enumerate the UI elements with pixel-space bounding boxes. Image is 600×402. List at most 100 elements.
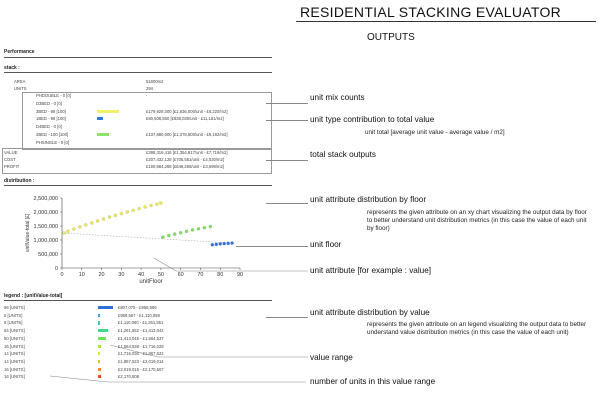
chart-point [125,210,129,214]
callout-unit-mix: unit mix counts [310,93,365,102]
callout-attr-floor: unit attribute distribution by floor [310,195,427,204]
chart-point [95,219,100,223]
chart-point [218,242,222,246]
chart-x-tick-label: 20 [98,272,104,278]
chart-x-axis-label: unitFloor [139,279,162,285]
total-value: £190,884,288 [£649,266/unit - £3,699/m2] [146,164,224,169]
callout-unit-type: unit type contribution to total value [310,115,435,124]
legend-count: 14 [UNITS] [4,358,25,364]
leader-unit-floor [236,246,308,247]
leader-unit-mix [266,103,308,104]
unit-mix-label: PHSINGLE - 0 [0] [36,139,70,145]
chart-point [155,202,159,206]
chart-point [143,205,147,209]
chart-point [66,229,70,234]
leader-total-stack [266,160,308,161]
callout-attr-value: unit attribute distribution by value [310,308,430,317]
chart-x-tick-label: 0 [60,272,63,278]
units-value: 294 [146,86,153,91]
legend-swatch [98,306,114,310]
total-label: COST [4,157,16,162]
chart-point [101,217,106,221]
chart-y-tick-label: 1,500,000 [34,224,58,230]
legend-range: £1,261,552 - £1,413,044 [118,328,164,334]
legend-range: £2,019,015 - £2,170,507 [118,366,164,372]
units-label: UNITS [14,86,27,91]
chart-y-axis-label: unitValue-total [£] [25,213,31,252]
chart-point [119,211,124,216]
panel-rule [4,57,272,58]
unit-mix-label: 2BED - 100 [100] [36,132,69,137]
chart-point [210,243,215,247]
chart-point [159,201,163,205]
chart-point [167,233,171,238]
note-attr-floor: represents the given attribute on an xy … [367,209,587,233]
unit-mix-bar [97,117,103,121]
chart-point [149,203,153,208]
chart-point [196,227,201,231]
chart-point [190,228,195,232]
chart-x-tick-label: 10 [79,272,85,278]
legend-swatch [98,352,101,356]
legend-rule [4,300,272,301]
unit-mix-label: 3BED - 98 [100] [36,108,66,114]
title-rule [296,21,596,22]
legend-count: 16 [UNITS] [4,366,25,372]
chart-y-tick-label: 1,000,000 [34,238,58,244]
note-unit-total: unit total [average unit value - average… [365,129,505,136]
chart-point [84,223,88,227]
chart-point [107,215,112,219]
chart-y-tick-label: 0 [55,266,58,272]
stack-heading: stack : [4,65,20,71]
chart-point [62,231,66,235]
totals-box [2,148,272,174]
leader-value-range [109,344,308,358]
chart-point [184,229,189,234]
leader-num-units [49,375,306,383]
chart-point [78,225,82,229]
unit-mix-label: 1BED - 98 [100] [36,116,66,122]
unit-mix-bar [97,133,110,136]
legend-count: 64 [UNITS] [4,328,25,334]
chart-x-tick-label: 40 [138,272,144,278]
distribution-heading: distribution : [4,178,35,184]
callout-value-range: value range [310,353,353,362]
leader-attr-value [266,317,308,318]
chart-point [72,227,76,231]
chart-x-tick-label: 30 [118,272,124,278]
chart-point [214,242,218,247]
chart-y-tick-label: 2,000,000 [34,210,58,216]
chart-point [178,231,183,235]
total-label: VALUE [4,150,18,155]
unit-mix-value: £80,508,560 [£838,030/unit - £11,181/m2] [146,116,224,122]
page-subtitle: OUTPUTS [367,32,415,43]
page-title: RESIDENTIAL STACKING EVALUATOR [300,4,562,20]
callout-unit-floor: unit floor [310,240,342,249]
stack-rule [4,72,272,73]
area-label: AREA [14,79,26,84]
legend-count: 96 [UNITS] [4,305,25,310]
legend-count: 50 [UNITS] [4,335,25,341]
callout-total-stack: total stack outputs [310,150,376,159]
chart-point [230,241,234,245]
legend-count: 16 [UNITS] [4,374,25,380]
chart-y-tick-label: 500,000 [38,252,58,258]
chart-point [173,232,177,236]
chart-point [226,241,230,246]
total-label: PROFIT [4,164,20,169]
legend-count: 16 [UNITS] [4,343,25,349]
legend-range: £807,075 - £958,566 [118,305,157,310]
chart-point [222,241,226,246]
legend-range: £958,567 - £1,110,059 [118,312,160,318]
unit-mix-value: - [146,93,148,98]
unit-mix-label: D4BED - 0 [0] [36,124,62,130]
legend-swatch [98,336,106,340]
distribution-rule [4,185,272,186]
legend-swatch [98,321,100,325]
unit-mix-value: £179,928,000 [£1,836,000/unit - £6,220/m… [146,108,228,114]
area-value: 51600m2 [146,79,164,84]
chart-point [131,208,135,213]
chart-point [113,213,118,218]
legend-range: £1,413,045 - £1,564,537 [118,335,164,341]
callout-num-units: number of units in this value range [310,377,436,386]
